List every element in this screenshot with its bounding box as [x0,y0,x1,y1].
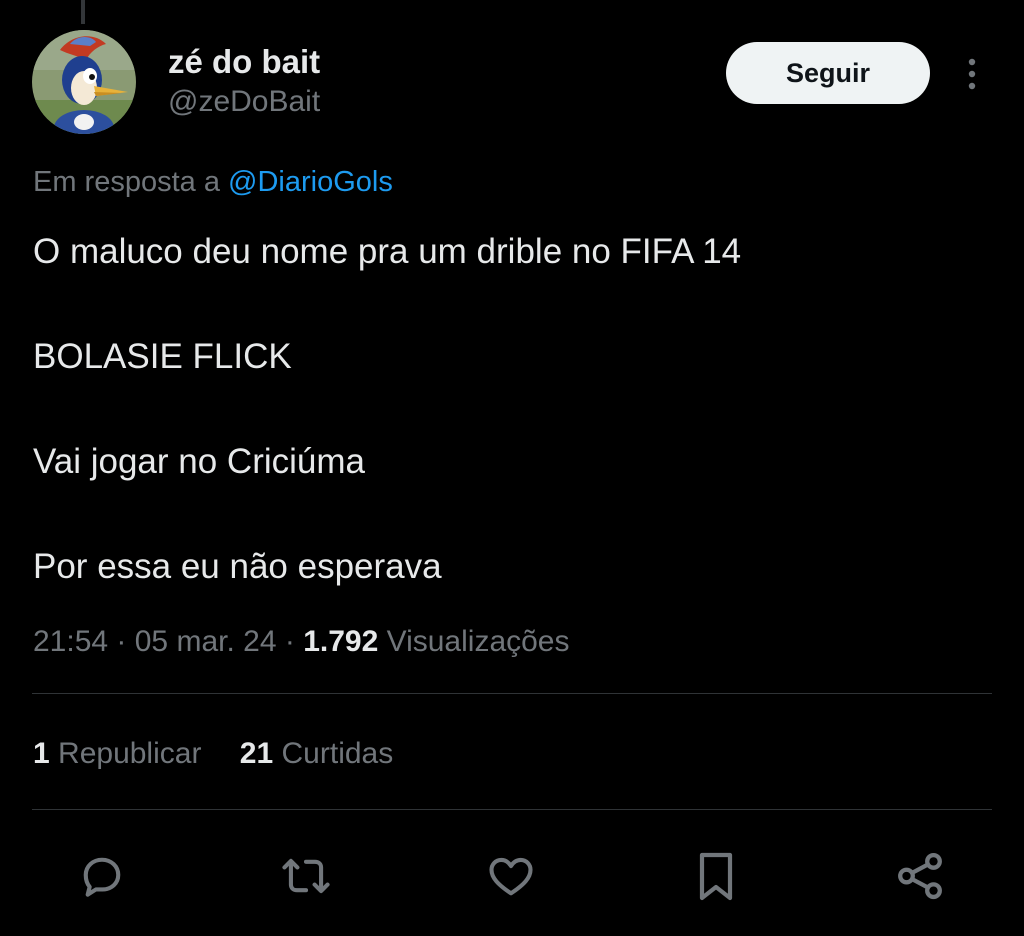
avatar[interactable] [32,30,136,134]
tweet-paragraph: BOLASIE FLICK [33,337,292,376]
views-label: Visualizações [386,625,570,658]
reposts-count: 1 [33,737,50,770]
thread-connector-line [81,0,85,24]
tweet-paragraph: Vai jogar no Criciúma [33,442,365,481]
bookmark-icon[interactable] [686,846,746,906]
author-display-name[interactable]: zé do bait [168,42,320,82]
meta-separator: · [284,625,304,658]
tweet-paragraph: O maluco deu nome pra um drible no FIFA … [33,232,742,271]
share-icon[interactable] [890,846,950,906]
author-handle[interactable]: @zeDoBait [168,82,320,122]
reply-mention-link[interactable]: @DiarioGols [228,166,393,198]
likes-label: Curtidas [281,737,394,770]
tweet-header: zé do bait @zeDoBait Seguir [32,30,992,136]
tweet-meta: 21:54 · 05 mar. 24 · 1.792 Visualizações [33,620,570,664]
follow-button[interactable]: Seguir [726,42,930,104]
divider [32,693,992,694]
tweet-time[interactable]: 21:54 [33,625,108,658]
reposts-label: Republicar [58,737,202,770]
repost-icon[interactable] [276,846,336,906]
tweet-paragraph: Por essa eu não esperava [33,547,442,586]
likes-stat[interactable]: 21 Curtidas [240,732,393,776]
more-options-icon[interactable] [958,54,986,94]
meta-separator: · [116,625,135,658]
tweet-date[interactable]: 05 mar. 24 [135,625,277,658]
tweet-body: O maluco deu nome pra um drible no FIFA … [33,226,973,646]
divider [32,809,992,810]
likes-count: 21 [239,737,274,770]
reply-icon[interactable] [72,846,132,906]
engagement-stats: 1 Republicar 21 Curtidas [33,732,423,776]
reply-prefix: Em resposta a [33,166,220,198]
tweet-detail: zé do bait @zeDoBait Seguir Em resposta … [0,0,1024,936]
author-names[interactable]: zé do bait @zeDoBait [168,42,320,122]
like-icon[interactable] [481,846,541,906]
views-count: 1.792 [303,625,379,658]
reply-context: Em resposta a @DiarioGols [33,160,393,204]
reposts-stat[interactable]: 1 Republicar [33,732,201,776]
action-bar [0,836,1024,916]
woodpecker-avatar-image [32,30,136,134]
